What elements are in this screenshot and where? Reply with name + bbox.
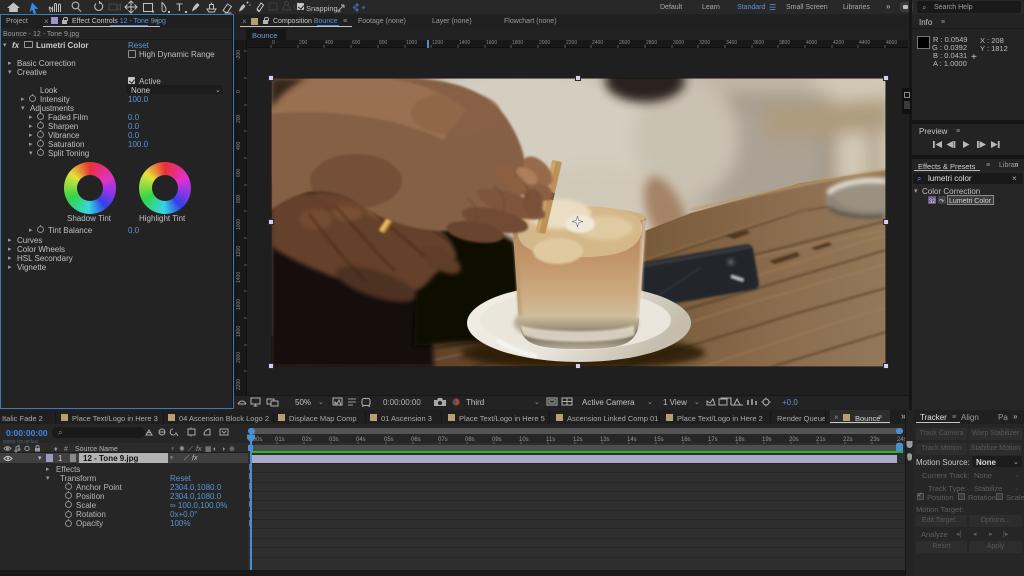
svg-text:23s: 23s <box>870 437 880 443</box>
svg-text:19s: 19s <box>762 437 772 443</box>
svg-text:1800: 1800 <box>236 326 242 337</box>
svg-text:600: 600 <box>352 40 361 46</box>
svg-text:1600: 1600 <box>486 40 497 46</box>
svg-text:07s: 07s <box>438 437 448 443</box>
svg-text:2800: 2800 <box>646 40 657 46</box>
svg-text:1200: 1200 <box>432 40 443 46</box>
svg-text:20s: 20s <box>789 437 799 443</box>
svg-text:200: 200 <box>299 40 308 46</box>
svg-text:13s: 13s <box>600 437 610 443</box>
svg-text:02s: 02s <box>302 437 312 443</box>
svg-text:-200: -200 <box>236 50 242 60</box>
svg-text:♆: ♆ <box>170 446 175 453</box>
svg-text:17s: 17s <box>708 437 718 443</box>
svg-text:1800: 1800 <box>512 40 523 46</box>
svg-text:400: 400 <box>236 141 242 150</box>
svg-text:Source Name: Source Name <box>75 446 118 453</box>
svg-text:3600: 3600 <box>753 40 764 46</box>
svg-text:800: 800 <box>236 194 242 203</box>
svg-text:3800: 3800 <box>779 40 790 46</box>
svg-text:1400: 1400 <box>459 40 470 46</box>
svg-text:05s: 05s <box>384 437 394 443</box>
svg-text:16s: 16s <box>681 437 691 443</box>
svg-text:21s: 21s <box>816 437 826 443</box>
svg-text:18s: 18s <box>735 437 745 443</box>
svg-text:1000: 1000 <box>406 40 417 46</box>
svg-text:✺: ✺ <box>179 445 185 453</box>
svg-text:1000: 1000 <box>236 219 242 230</box>
svg-text:◐: ◐ <box>213 446 217 453</box>
svg-text:200: 200 <box>236 114 242 123</box>
svg-text:2200: 2200 <box>566 40 577 46</box>
svg-text:2000: 2000 <box>236 352 242 363</box>
svg-text:600: 600 <box>236 168 242 177</box>
svg-text:#: # <box>64 446 68 453</box>
svg-text:1400: 1400 <box>236 272 242 283</box>
svg-text:2400: 2400 <box>592 40 603 46</box>
svg-text:1200: 1200 <box>236 246 242 257</box>
svg-text:3000: 3000 <box>673 40 684 46</box>
svg-text:10s: 10s <box>519 437 529 443</box>
svg-text:♦: ♦ <box>54 446 58 453</box>
svg-text:12s: 12s <box>573 437 583 443</box>
svg-text:4000: 4000 <box>806 40 817 46</box>
svg-text:08s: 08s <box>465 437 475 443</box>
svg-text:03s: 03s <box>329 437 339 443</box>
svg-text:◑: ◑ <box>221 446 225 453</box>
svg-text:0: 0 <box>272 40 275 46</box>
svg-text:14s: 14s <box>627 437 637 443</box>
svg-text:15s: 15s <box>654 437 664 443</box>
svg-text:0: 0 <box>236 90 242 93</box>
svg-text:2000: 2000 <box>539 40 550 46</box>
svg-text:06s: 06s <box>411 437 421 443</box>
svg-text:800: 800 <box>379 40 388 46</box>
svg-text:T: T <box>176 2 183 14</box>
svg-text:4200: 4200 <box>833 40 844 46</box>
svg-text:▦: ▦ <box>205 446 212 453</box>
svg-text:3200: 3200 <box>699 40 710 46</box>
svg-text:1600: 1600 <box>236 299 242 310</box>
svg-text:4600: 4600 <box>886 40 897 46</box>
svg-text:fx: fx <box>196 446 202 453</box>
svg-text:11s: 11s <box>546 437 555 443</box>
svg-text:04s: 04s <box>356 437 366 443</box>
svg-text:01s: 01s <box>275 437 285 443</box>
svg-text:09s: 09s <box>492 437 502 443</box>
svg-text:3400: 3400 <box>726 40 737 46</box>
svg-text:400: 400 <box>325 40 334 46</box>
svg-text:⊕: ⊕ <box>229 446 235 453</box>
svg-text:22s: 22s <box>843 437 853 443</box>
svg-text:4400: 4400 <box>859 40 870 46</box>
svg-text:2600: 2600 <box>619 40 630 46</box>
svg-text:⟋: ⟋ <box>188 445 193 453</box>
svg-text:2200: 2200 <box>236 379 242 390</box>
